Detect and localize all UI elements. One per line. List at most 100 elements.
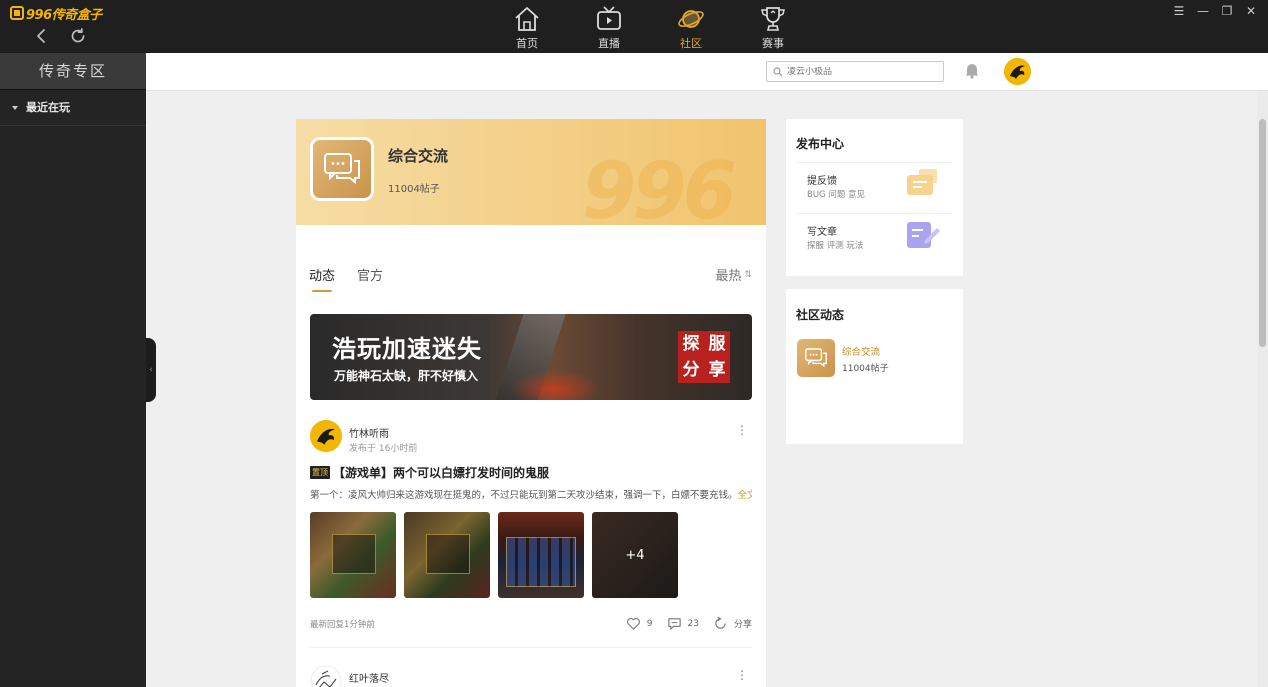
community-forum-count: 11004帖子 bbox=[842, 364, 889, 374]
sort-dropdown[interactable]: 最热 ⇅ bbox=[715, 265, 752, 284]
chat-bubbles-icon bbox=[805, 348, 827, 368]
post-excerpt: 第一个：凌风大帅归来这游戏现在挺鬼的，不过只能玩到第二天攻沙结束，强调一下，白嫖… bbox=[310, 487, 752, 501]
stamp-char: 分 bbox=[682, 360, 700, 380]
game-screenshot-detail bbox=[506, 537, 576, 587]
post-author-avatar[interactable] bbox=[310, 665, 342, 687]
forum-post-count: 11004帖子 bbox=[388, 184, 440, 195]
publish-center-title: 发布中心 bbox=[796, 137, 845, 151]
share-icon bbox=[715, 616, 726, 629]
bell-icon[interactable] bbox=[964, 61, 980, 79]
read-more-label: 全文 bbox=[737, 490, 752, 501]
nav-tab-home[interactable]: 首页 bbox=[486, 4, 568, 51]
more-options-icon[interactable]: ⋮ bbox=[736, 669, 748, 681]
nav-tab-label: 首页 bbox=[516, 37, 538, 50]
title-bar: 996传奇盒子 首页 直播 社区 赛事 ☰ — ❐ ✕ bbox=[0, 0, 1268, 53]
trophy-icon bbox=[761, 7, 785, 31]
community-forum-icon[interactable] bbox=[797, 339, 835, 377]
sketch-avatar-icon bbox=[310, 665, 342, 687]
promo-stamp: 探 服 分 享 bbox=[678, 331, 730, 383]
comment-count: 23 bbox=[687, 618, 699, 629]
scrollbar-thumb[interactable] bbox=[1259, 119, 1266, 347]
publish-article-label: 写文章 bbox=[807, 227, 837, 238]
comment-icon bbox=[667, 618, 681, 630]
tab-feed[interactable]: 动态 bbox=[309, 265, 335, 292]
sidebar-collapse-handle[interactable]: ‹ bbox=[146, 338, 156, 402]
sidebar-section-recent[interactable]: 最近在玩 bbox=[0, 90, 146, 126]
user-avatar[interactable] bbox=[1004, 58, 1031, 85]
community-card: 社区动态 综合交流 11004帖子 bbox=[786, 289, 963, 444]
menu-icon[interactable]: ☰ bbox=[1172, 4, 1186, 18]
like-button[interactable]: 9 bbox=[626, 616, 653, 631]
sidebar-section-label: 最近在玩 bbox=[26, 100, 70, 114]
logo-text: 996传奇盒子 bbox=[26, 7, 102, 23]
post-title-text: 【游戏单】两个可以白嫖打发时间的鬼服 bbox=[333, 466, 550, 480]
back-icon[interactable] bbox=[33, 27, 51, 45]
more-options-icon[interactable]: ⋮ bbox=[736, 424, 748, 436]
feed-tabs: 动态 官方 bbox=[309, 265, 383, 292]
search-input[interactable] bbox=[787, 66, 937, 77]
game-screenshot-detail bbox=[332, 534, 376, 574]
post-author-avatar[interactable] bbox=[310, 420, 342, 452]
publish-feedback-label: 提反馈 bbox=[807, 176, 837, 187]
forum-banner: 996 综合交流 11004帖子 bbox=[296, 119, 766, 225]
nav-tab-label: 赛事 bbox=[762, 37, 784, 50]
post-divider bbox=[310, 647, 752, 648]
comment-button[interactable]: 23 bbox=[667, 616, 699, 631]
heart-icon bbox=[626, 617, 640, 630]
caret-down-icon bbox=[12, 105, 18, 110]
minimize-icon[interactable]: — bbox=[1196, 4, 1210, 18]
post-author-name[interactable]: 红叶落尽 bbox=[349, 670, 389, 685]
share-label: 分享 bbox=[733, 620, 752, 630]
post-image[interactable] bbox=[310, 512, 396, 598]
window-controls: ☰ — ❐ ✕ bbox=[1172, 4, 1258, 18]
post-image-more[interactable]: +4 bbox=[592, 512, 678, 598]
stamp-char: 享 bbox=[708, 360, 726, 380]
search-icon bbox=[773, 66, 783, 76]
last-reply-time: 最新回复1分钟前 bbox=[310, 620, 375, 630]
chat-bubbles-icon bbox=[324, 153, 360, 185]
post-title[interactable]: 置顶 【游戏单】两个可以白嫖打发时间的鬼服 bbox=[310, 464, 549, 481]
banner-watermark: 996 bbox=[582, 147, 737, 225]
post-card: 红叶落尽 ⋮ bbox=[310, 665, 752, 687]
post-images: +4 bbox=[310, 512, 678, 598]
read-more-link[interactable]: 全文 ⌄ bbox=[738, 490, 752, 501]
like-count: 9 bbox=[646, 618, 653, 629]
promo-banner[interactable]: 浩玩加速迷失 万能神石太缺，肝不好慎入 探 服 分 享 bbox=[310, 314, 752, 400]
stamp-char: 服 bbox=[708, 334, 726, 354]
post-image[interactable] bbox=[404, 512, 490, 598]
post-card: 竹林听雨 发布于 16小时前 ⋮ 置顶 【游戏单】两个可以白嫖打发时间的鬼服 第… bbox=[310, 420, 752, 650]
refresh-icon[interactable] bbox=[69, 27, 87, 45]
post-time: 发布于 16小时前 bbox=[349, 444, 418, 454]
publish-article-sub: 探服 评测 玩法 bbox=[807, 241, 864, 251]
share-button[interactable]: 分享 bbox=[713, 616, 752, 631]
page-scrollbar[interactable] bbox=[1257, 91, 1268, 687]
forum-icon bbox=[310, 137, 374, 201]
community-title: 社区动态 bbox=[796, 308, 845, 322]
promo-glow bbox=[510, 369, 600, 400]
search-box[interactable] bbox=[766, 61, 944, 82]
nav-tab-live[interactable]: 直播 bbox=[568, 4, 650, 51]
sidebar: 传奇专区 最近在玩 bbox=[0, 53, 146, 687]
nav-tab-community[interactable]: 社区 bbox=[650, 4, 732, 51]
post-image[interactable] bbox=[498, 512, 584, 598]
close-icon[interactable]: ✕ bbox=[1244, 4, 1258, 18]
post-author-name[interactable]: 竹林听雨 bbox=[349, 425, 389, 440]
publish-feedback[interactable]: 提反馈 BUG 问题 意见 bbox=[796, 162, 953, 204]
tab-official[interactable]: 官方 bbox=[357, 265, 383, 289]
promo-subtitle: 万能神石太缺，肝不好慎入 bbox=[334, 369, 479, 383]
nav-tab-events[interactable]: 赛事 bbox=[732, 4, 814, 51]
restore-icon[interactable]: ❐ bbox=[1220, 4, 1234, 18]
dragon-avatar-icon bbox=[310, 420, 342, 452]
write-article-icon bbox=[907, 222, 940, 248]
nav-tab-label: 社区 bbox=[680, 37, 702, 50]
nav-tab-label: 直播 bbox=[598, 37, 620, 50]
pinned-badge: 置顶 bbox=[310, 466, 330, 479]
publish-article[interactable]: 写文章 探服 评测 玩法 bbox=[796, 213, 953, 255]
dragon-avatar-icon bbox=[1004, 58, 1031, 85]
stamp-char: 探 bbox=[682, 334, 700, 354]
app-logo: 996传奇盒子 bbox=[10, 5, 102, 23]
game-screenshot-detail bbox=[426, 534, 470, 574]
community-forum-name[interactable]: 综合交流 bbox=[842, 344, 880, 358]
promo-title: 浩玩加速迷失 bbox=[332, 335, 482, 363]
feedback-icon bbox=[907, 169, 937, 195]
